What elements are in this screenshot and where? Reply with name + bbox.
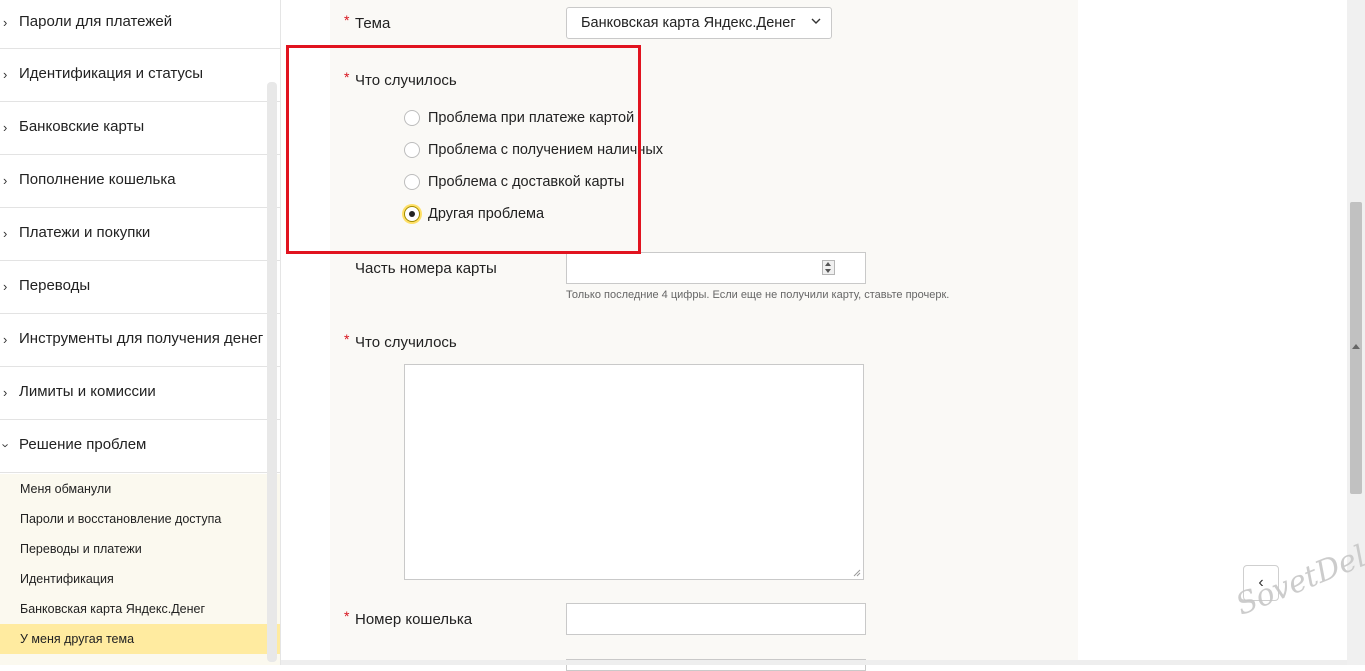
sidebar-item-label: Решение проблем: [19, 436, 147, 453]
sidebar-item-limits[interactable]: › Лимиты и комиссии: [0, 367, 280, 420]
sidebar-scrollbar[interactable]: [267, 82, 277, 662]
sidebar-item-transfers[interactable]: › Переводы: [0, 261, 280, 314]
spin-up-icon: [825, 262, 831, 266]
radio-label[interactable]: Проблема с получением наличных: [428, 142, 663, 158]
wallet-number-input[interactable]: [566, 603, 866, 635]
sidebar-submenu: Меня обманули Пароли и восстановление до…: [0, 474, 280, 665]
chevron-right-icon: ›: [3, 332, 8, 347]
submenu-item-access-recovery[interactable]: Пароли и восстановление доступа: [0, 504, 280, 534]
radio-label[interactable]: Проблема при платеже картой: [428, 110, 634, 126]
bottom-divider: [281, 660, 1347, 665]
resize-grip-icon[interactable]: [853, 569, 861, 577]
submenu-item-label: Идентификация: [20, 572, 114, 586]
sidebar: › Пароли для платежей › Идентификация и …: [0, 0, 281, 665]
sidebar-item-label: Пополнение кошелька: [19, 171, 176, 188]
submenu-item-label: Меня обманули: [20, 482, 112, 496]
sidebar-menu: › Пароли для платежей › Идентификация и …: [0, 0, 280, 473]
chevron-right-icon: ›: [3, 279, 8, 294]
sidebar-item-bank-cards[interactable]: › Банковские карты: [0, 102, 280, 155]
card-part-input[interactable]: [566, 252, 866, 284]
sidebar-item-label: Пароли для платежей: [19, 13, 173, 30]
submenu-item-label: Переводы и платежи: [20, 542, 142, 556]
submenu-item-transfers-payments[interactable]: Переводы и платежи: [0, 534, 280, 564]
sidebar-item-problem-solving[interactable]: › Решение проблем: [0, 420, 280, 473]
chevron-right-icon: ›: [3, 15, 8, 30]
submenu-item-identification[interactable]: Идентификация: [0, 564, 280, 594]
submenu-item-other-topic[interactable]: У меня другая тема: [0, 624, 280, 654]
required-asterisk: *: [344, 608, 350, 624]
sidebar-item-payments[interactable]: › Платежи и покупки: [0, 208, 280, 261]
required-asterisk: *: [344, 69, 350, 85]
required-asterisk: *: [344, 12, 350, 28]
sidebar-item-identification[interactable]: › Идентификация и статусы: [0, 49, 280, 102]
radio-label[interactable]: Проблема с доставкой карты: [428, 174, 624, 190]
chevron-right-icon: ›: [3, 226, 8, 241]
radio-delivery-problem[interactable]: [404, 174, 420, 190]
what-happened-label: Что случилось: [355, 72, 457, 89]
card-part-label: Часть номера карты: [355, 260, 497, 277]
chevron-right-icon: ›: [3, 385, 8, 400]
chevron-right-icon: ›: [3, 120, 8, 135]
sidebar-item-receiving-tools[interactable]: › Инструменты для получения денег: [0, 314, 280, 367]
submenu-item-label: Банковская карта Яндекс.Денег: [20, 602, 206, 616]
radio-label[interactable]: Другая проблема: [428, 206, 544, 222]
chevron-down-icon: ›: [0, 443, 14, 448]
radio-cash-problem[interactable]: [404, 142, 420, 158]
radio-other-problem[interactable]: [404, 206, 420, 222]
number-spinner[interactable]: [822, 260, 835, 275]
required-asterisk: *: [344, 331, 350, 347]
sidebar-item-label: Идентификация и статусы: [19, 65, 204, 82]
description-label: Что случилось: [355, 334, 457, 351]
chevron-right-icon: ›: [3, 173, 8, 188]
sidebar-item-label: Банковские карты: [19, 118, 145, 135]
topic-label: Тема: [355, 15, 391, 32]
submenu-item-yandex-card[interactable]: Банковская карта Яндекс.Денег: [0, 594, 280, 624]
spin-down-icon: [825, 269, 831, 273]
wallet-label: Номер кошелька: [355, 611, 473, 628]
sidebar-item-label: Переводы: [19, 277, 91, 294]
scroll-up-icon: [1352, 344, 1360, 349]
topic-select-value: Банковская карта Яндекс.Денег: [581, 15, 796, 31]
submenu-item-fraud[interactable]: Меня обманули: [0, 474, 280, 504]
radio-payment-problem[interactable]: [404, 110, 420, 126]
sidebar-item-label: Инструменты для получения денег: [19, 330, 264, 347]
sidebar-item-label: Лимиты и комиссии: [19, 383, 156, 400]
chevron-right-icon: ›: [3, 67, 8, 82]
submenu-item-label: У меня другая тема: [20, 632, 135, 646]
description-textarea[interactable]: [404, 364, 864, 580]
card-part-hint: Только последние 4 цифры. Если еще не по…: [566, 289, 950, 301]
main-content: * Тема Банковская карта Яндекс.Денег * Ч…: [281, 0, 1347, 671]
submenu-item-label: Пароли и восстановление доступа: [20, 512, 222, 526]
support-form: * Тема Банковская карта Яндекс.Денег * Ч…: [330, 0, 1078, 671]
sidebar-item-payment-passwords[interactable]: › Пароли для платежей: [0, 0, 280, 49]
sidebar-item-wallet-topup[interactable]: › Пополнение кошелька: [0, 155, 280, 208]
topic-select[interactable]: Банковская карта Яндекс.Денег: [566, 7, 832, 39]
sidebar-item-label: Платежи и покупки: [19, 224, 151, 241]
chevron-down-icon: [811, 18, 821, 24]
